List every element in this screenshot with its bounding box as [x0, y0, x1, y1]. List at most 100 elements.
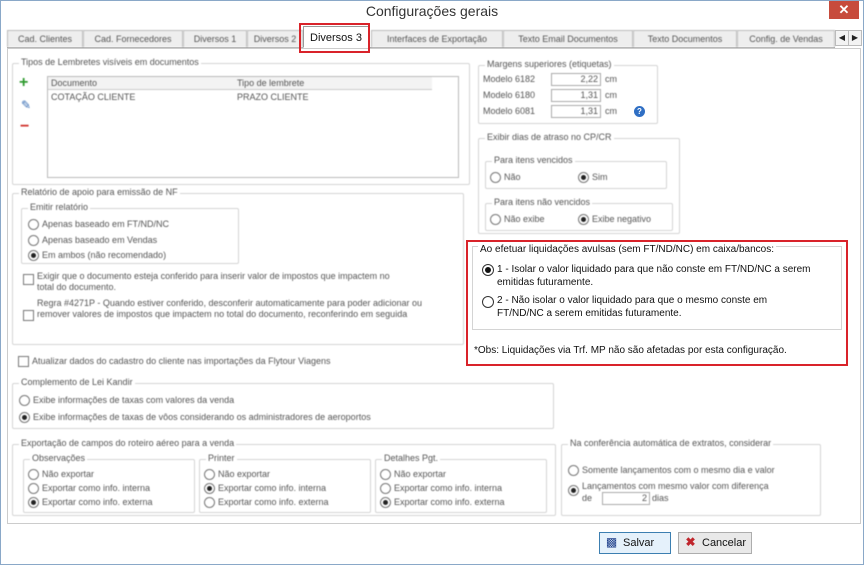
col-documento[interactable]: Documento	[51, 78, 97, 88]
liquidacoes-opt2-radio[interactable]	[482, 296, 494, 308]
emitir-group: Emitir relatório Apenas baseado em FT/ND…	[21, 202, 239, 264]
emitir-ft-label: Apenas baseado em FT/ND/NC	[42, 219, 170, 229]
tab-cad-fornecedores[interactable]: Cad. Fornecedores	[83, 30, 183, 47]
cancel-button[interactable]: ✖ Cancelar	[678, 532, 752, 554]
exportacao-group: Exportação de campos do roteiro aéreo pa…	[12, 438, 556, 516]
extratos-opt2-radio[interactable]	[568, 485, 579, 496]
regra-checkbox[interactable]	[23, 310, 34, 321]
emitir-ambos-radio[interactable]	[28, 250, 39, 261]
extratos-dias-label: dias	[652, 493, 669, 503]
add-icon[interactable]: +	[19, 75, 28, 91]
emitir-vendas-radio[interactable]	[28, 235, 39, 246]
lembretes-header: Documento Tipo de lembrete	[48, 77, 432, 90]
extratos-dias-input[interactable]: 2	[602, 492, 650, 505]
kandir-opt1-label: Exibe informações de taxas com valores d…	[33, 395, 235, 405]
kandir-group: Complemento de Lei Kandir Exibe informaç…	[12, 377, 554, 429]
detalhes-nao-radio[interactable]	[380, 469, 391, 480]
tab-diversos-2[interactable]: Diversos 2	[247, 30, 303, 47]
printer-externa-label: Exportar como info. externa	[218, 497, 329, 507]
vencidos-title: Para itens vencidos	[492, 155, 575, 165]
detalhes-group: Detalhes Pgt. Não exportar Exportar como…	[375, 453, 547, 513]
tab-texto-email[interactable]: Texto Email Documentos	[503, 30, 633, 47]
obs-nao-label: Não exportar	[42, 469, 95, 479]
tab-interfaces-exportacao[interactable]: Interfaces de Exportação	[371, 30, 503, 47]
flytour-checkbox[interactable]	[18, 356, 29, 367]
extratos-group: Na conferência automática de extratos, c…	[561, 438, 821, 516]
detalhes-interna-label: Exportar como info. interna	[394, 483, 503, 493]
printer-nao-label: Não exportar	[218, 469, 271, 479]
tab-strip: Cad. Clientes Cad. Fornecedores Diversos…	[7, 26, 835, 48]
tab-scroll: ◀ ▶	[835, 30, 862, 46]
active-tab-highlight	[299, 23, 370, 53]
vencidos-nao-radio[interactable]	[490, 172, 501, 183]
save-button[interactable]: ▩ Salvar	[599, 532, 671, 554]
nao-vencidos-group: Para itens não vencidos Não exibe Exibe …	[485, 197, 673, 231]
kandir-title: Complemento de Lei Kandir	[19, 377, 135, 387]
exigir-conferido-label: Exigir que o documento esteja conferido …	[37, 271, 390, 292]
obs-nao-radio[interactable]	[28, 469, 39, 480]
kandir-opt1-radio[interactable]	[19, 395, 30, 406]
vencidos-sim-label: Sim	[592, 172, 608, 182]
printer-group: Printer Não exportar Exportar como info.…	[199, 453, 371, 513]
lembretes-title: Tipos de Lembretes visíveis em documento…	[19, 57, 201, 67]
margem-unit: cm	[605, 74, 617, 84]
obs-interna-radio[interactable]	[28, 483, 39, 494]
col-tipo[interactable]: Tipo de lembrete	[237, 78, 304, 88]
tab-scroll-left-icon[interactable]: ◀	[835, 30, 849, 46]
margem-input[interactable]: 1,31	[551, 105, 601, 118]
title-bar: Configurações gerais ✕	[1, 1, 863, 25]
observacoes-group: Observações Não exportar Exportar como i…	[23, 453, 195, 513]
nao-exibe-label: Não exibe	[504, 214, 545, 224]
margens-title: Margens superiores (etiquetas)	[485, 59, 614, 69]
close-button[interactable]: ✕	[829, 1, 859, 19]
printer-interna-label: Exportar como info. interna	[218, 483, 327, 493]
margem-label: Modelo 6081	[483, 106, 536, 116]
margem-input[interactable]: 2,22	[551, 73, 601, 86]
emitir-title: Emitir relatório	[28, 202, 91, 212]
cancel-button-label: Cancelar	[702, 537, 747, 549]
vencidos-sim-radio[interactable]	[578, 172, 589, 183]
window-title: Configurações gerais	[365, 3, 499, 19]
liquidacoes-title: Ao efetuar liquidações avulsas (sem FT/N…	[478, 244, 777, 255]
detalhes-interna-radio[interactable]	[380, 483, 391, 494]
margem-input[interactable]: 1,31	[551, 89, 601, 102]
printer-interna-radio[interactable]	[204, 483, 215, 494]
printer-externa-radio[interactable]	[204, 497, 215, 508]
emitir-ft-radio[interactable]	[28, 219, 39, 230]
printer-nao-radio[interactable]	[204, 469, 215, 480]
kandir-opt2-label: Exibe informações de taxas de vôos consi…	[33, 412, 371, 422]
lembretes-list[interactable]: Documento Tipo de lembrete COTAÇÃO CLIEN…	[47, 76, 459, 178]
flytour-label: Atualizar dados do cadastro do cliente n…	[32, 356, 331, 366]
liquidacoes-opt1-line2: emitidas futuramente.	[497, 277, 594, 288]
extratos-opt1-label: Somente lançamentos com o mesmo dia e va…	[582, 465, 775, 475]
remove-icon[interactable]: −	[20, 119, 29, 135]
tab-config-vendas[interactable]: Config. de Vendas	[737, 30, 835, 47]
row-documento: COTAÇÃO CLIENTE	[51, 92, 136, 102]
kandir-opt2-radio[interactable]	[19, 412, 30, 423]
settings-window: Configurações gerais ✕ Cad. Clientes Cad…	[0, 0, 864, 565]
exibe-negativo-radio[interactable]	[578, 214, 589, 225]
relatorio-title: Relatório de apoio para emissão de NF	[19, 187, 180, 197]
obs-externa-radio[interactable]	[28, 497, 39, 508]
regra-label: Regra #4271P - Quando estiver conferido,…	[37, 298, 423, 319]
save-button-label: Salvar	[623, 537, 655, 549]
tab-scroll-right-icon[interactable]: ▶	[848, 30, 862, 46]
atraso-group: Exibir dias de atraso no CP/CR Para iten…	[478, 132, 680, 234]
tab-texto-documentos[interactable]: Texto Documentos	[633, 30, 737, 47]
extratos-opt1-radio[interactable]	[568, 465, 579, 476]
obs-interna-label: Exportar como info. interna	[42, 483, 151, 493]
help-icon[interactable]: ?	[634, 106, 645, 117]
cancel-icon: ✖	[685, 535, 696, 549]
tab-cad-clientes[interactable]: Cad. Clientes	[7, 30, 83, 47]
tab-diversos-1[interactable]: Diversos 1	[183, 30, 247, 47]
nao-exibe-radio[interactable]	[490, 214, 501, 225]
exigir-conferido-checkbox[interactable]	[23, 274, 34, 285]
detalhes-externa-radio[interactable]	[380, 497, 391, 508]
liquidacoes-highlight: Ao efetuar liquidações avulsas (sem FT/N…	[466, 240, 848, 366]
extratos-opt2-label: Lançamentos com mesmo valor com diferenç…	[582, 481, 769, 491]
liquidacoes-opt1-radio[interactable]	[482, 264, 494, 276]
edit-icon[interactable]: ✎	[21, 98, 31, 112]
atraso-title: Exibir dias de atraso no CP/CR	[485, 132, 614, 142]
table-row[interactable]: COTAÇÃO CLIENTE PRAZO CLIENTE	[48, 91, 432, 103]
liquidacoes-opt2-line1: 2 - Não isolar o valor liquidado para qu…	[497, 295, 768, 306]
